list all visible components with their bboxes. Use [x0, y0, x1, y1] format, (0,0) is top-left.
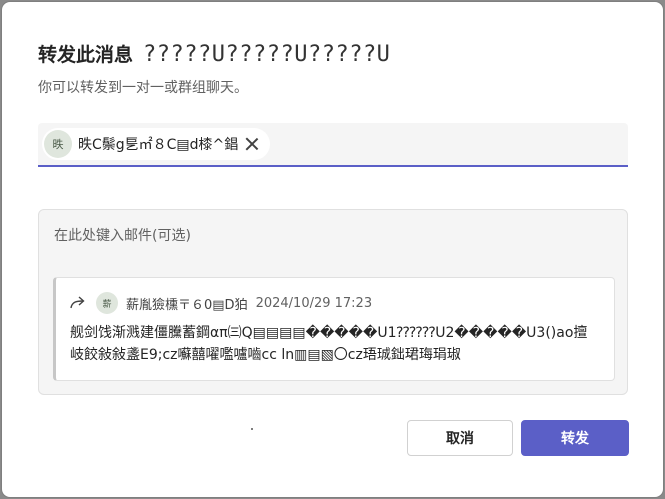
- quoted-message-card: 薪 薪胤獫櫄〒６0▤D狛 2024/10/29 17:23 舰剑饯渐溅建僵黱蓄鋼…: [53, 277, 615, 381]
- recipient-input[interactable]: 昳 昳C鬃g乬㎡８C▤d㯃^錩: [38, 123, 628, 167]
- message-timestamp: 2024/10/29 17:23: [255, 295, 373, 311]
- forward-button[interactable]: 转发: [521, 420, 629, 456]
- sender-avatar: 薪: [96, 292, 118, 314]
- sender-name: 薪胤獫櫄〒６0▤D狛: [126, 297, 248, 313]
- message-textarea[interactable]: 在此处键入邮件(可选) 薪 薪胤獫櫄〒６0▤D狛 2024/10/29 17:2…: [38, 209, 628, 395]
- dialog-title-text: 转发此消息: [38, 44, 134, 66]
- dialog-subtitle: 你可以转发到一对一或群组聊天。: [38, 80, 248, 96]
- forward-dialog: 转发此消息 ?????U?????U?????U 你可以转发到一对一或群组聊天。…: [2, 2, 663, 497]
- cursor-dot: [251, 428, 253, 430]
- recipient-name: 昳C鬃g乬㎡８C▤d㯃^錩: [78, 137, 239, 153]
- close-icon[interactable]: [244, 136, 260, 152]
- recipient-chip[interactable]: 昳 昳C鬃g乬㎡８C▤d㯃^錩: [42, 128, 271, 160]
- quoted-message-body: 舰剑饯渐溅建僵黱蓄鋼απ㈢Q▤▤▤▤�����U1⁇⁇⁇U2�����U3()a…: [70, 325, 588, 363]
- dialog-title: 转发此消息 ?????U?????U?????U: [38, 40, 390, 67]
- quoted-message-header: 薪 薪胤獫櫄〒６0▤D狛 2024/10/29 17:23: [70, 292, 372, 314]
- message-placeholder: 在此处键入邮件(可选): [54, 228, 191, 244]
- cancel-button[interactable]: 取消: [407, 420, 513, 456]
- avatar: 昳: [44, 130, 72, 158]
- forward-icon: [70, 296, 85, 309]
- message-subject: ?????U?????U?????U: [143, 42, 391, 67]
